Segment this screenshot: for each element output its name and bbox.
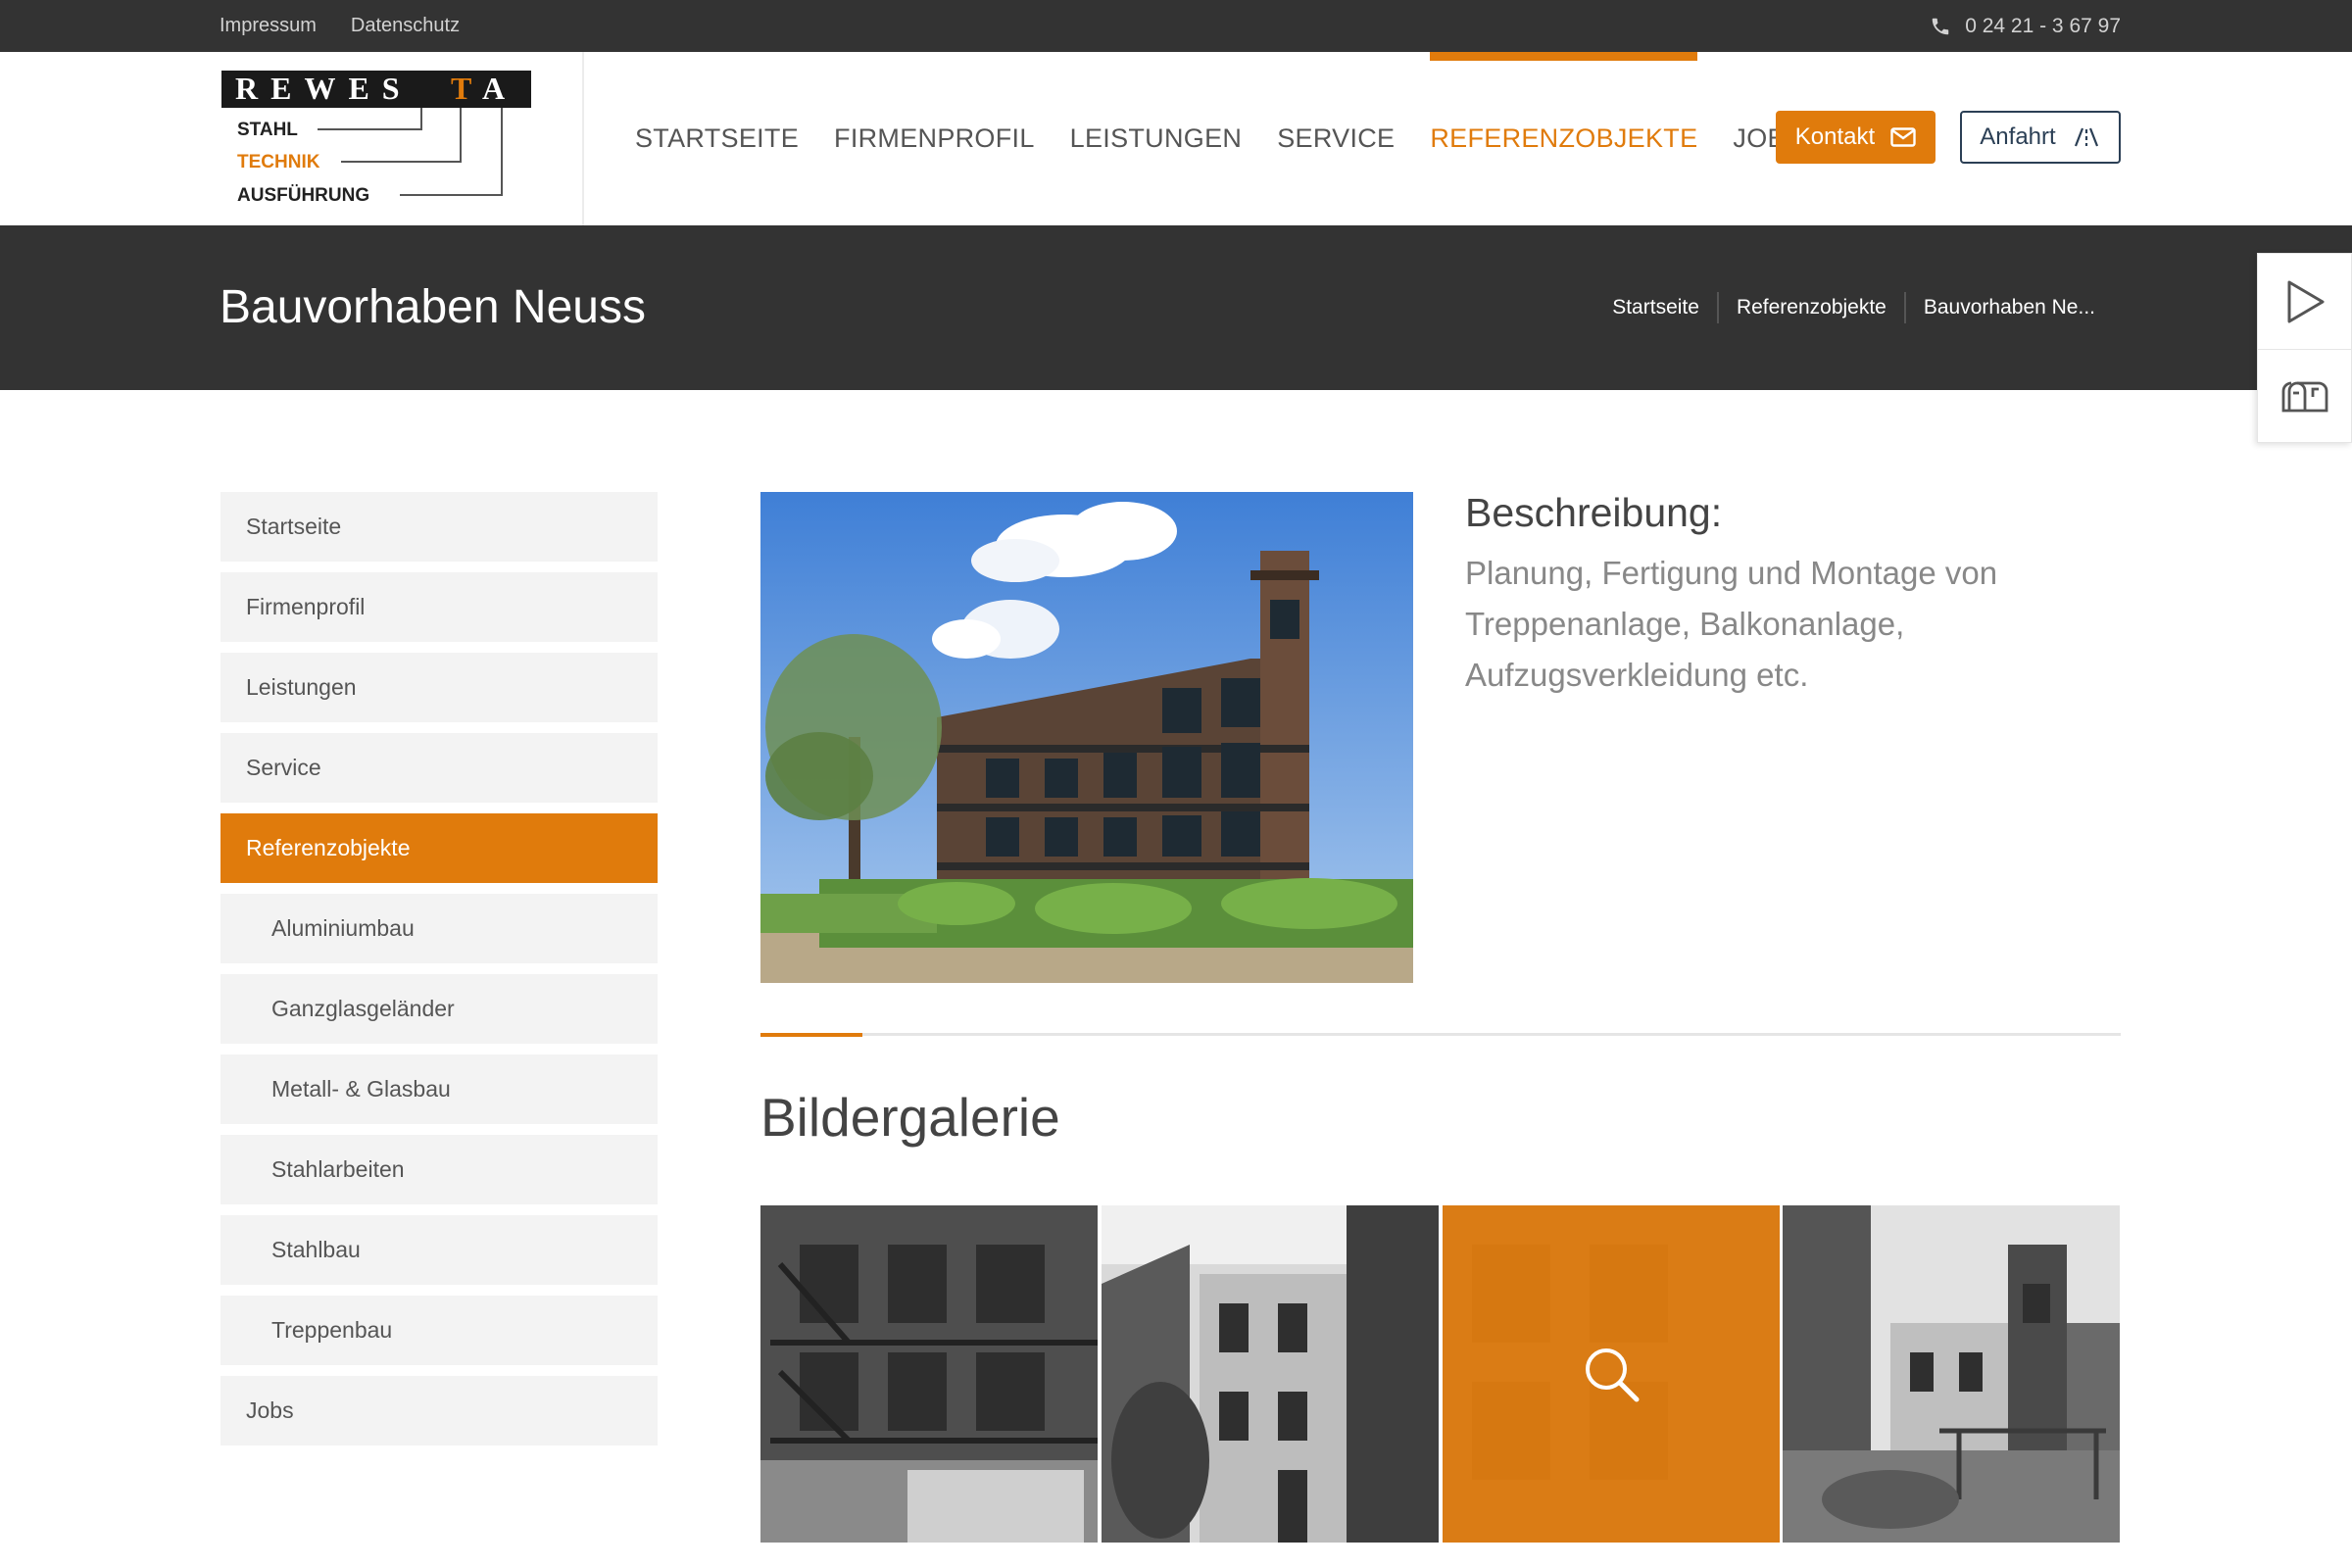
anfahrt-label: Anfahrt bbox=[1980, 123, 2056, 150]
breadcrumb-startseite[interactable]: Startseite bbox=[1594, 292, 1717, 323]
project-main-image[interactable] bbox=[760, 492, 1413, 983]
top-links: Impressum Datenschutz bbox=[220, 0, 460, 52]
nav-service[interactable]: SERVICE bbox=[1277, 52, 1395, 225]
sidebar-item-firmenprofil[interactable]: Firmenprofil bbox=[220, 572, 658, 642]
play-button[interactable] bbox=[2258, 254, 2351, 349]
svg-text:A: A bbox=[482, 71, 505, 106]
search-icon bbox=[1585, 1348, 1639, 1402]
road-icon bbox=[2074, 127, 2098, 147]
sidebar-item-stahlbau[interactable]: Stahlbau bbox=[220, 1215, 658, 1285]
svg-text:T: T bbox=[451, 71, 484, 106]
description-heading: Beschreibung: bbox=[1465, 490, 1723, 535]
nav-startseite[interactable]: STARTSEITE bbox=[635, 52, 799, 225]
gallery-thumbnail[interactable] bbox=[1783, 1205, 2121, 1543]
sidebar-item-jobs[interactable]: Jobs bbox=[220, 1376, 658, 1446]
page-title-band: Bauvorhaben Neuss Startseite Referenzobj… bbox=[0, 225, 2352, 390]
rewesta-logo[interactable]: REWES T A STAHL TECHNIK AUSFÜHRUNG bbox=[220, 69, 533, 216]
kontakt-label: Kontakt bbox=[1794, 123, 1876, 150]
anfahrt-button[interactable]: Anfahrt bbox=[1960, 111, 2121, 164]
svg-text:STAHL: STAHL bbox=[237, 120, 298, 140]
kontakt-button[interactable]: Kontakt bbox=[1776, 111, 1936, 164]
description-text: Planung, Fertigung und Montage von Trepp… bbox=[1465, 555, 1998, 693]
breadcrumb: Startseite Referenzobjekte Bauvorhaben N… bbox=[1594, 225, 2113, 390]
svg-text:TECHNIK: TECHNIK bbox=[237, 152, 320, 172]
phone-contact[interactable]: 0 24 21 - 3 67 97 bbox=[1930, 0, 2121, 52]
phone-number: 0 24 21 - 3 67 97 bbox=[1965, 14, 2121, 37]
sidebar-item-treppenbau[interactable]: Treppenbau bbox=[220, 1296, 658, 1365]
impressum-link[interactable]: Impressum bbox=[220, 15, 317, 37]
gallery-thumbnail[interactable] bbox=[1101, 1205, 1440, 1543]
phone-icon bbox=[1932, 18, 1949, 34]
sidebar-menu: Startseite Firmenprofil Leistungen Servi… bbox=[220, 492, 658, 1456]
sidebar-item-leistungen[interactable]: Leistungen bbox=[220, 653, 658, 722]
sidebar-item-referenzobjekte[interactable]: Referenzobjekte bbox=[220, 813, 658, 883]
sidebar-item-startseite[interactable]: Startseite bbox=[220, 492, 658, 562]
header-divider bbox=[582, 52, 584, 225]
svg-text:REWES: REWES bbox=[235, 71, 413, 106]
gallery-thumbnail-hovered[interactable] bbox=[1442, 1205, 1781, 1543]
gallery-thumbnail[interactable] bbox=[760, 1205, 1099, 1543]
section-separator bbox=[760, 1033, 2121, 1037]
sidebar-item-ganzglasgelaender[interactable]: Ganzglasgeländer bbox=[220, 974, 658, 1044]
datenschutz-link[interactable]: Datenschutz bbox=[351, 15, 460, 37]
description-block: Beschreibung: Planung, Fertigung und Mon… bbox=[1465, 490, 2132, 701]
nav-firmenprofil[interactable]: FIRMENPROFIL bbox=[834, 52, 1035, 225]
image-gallery bbox=[760, 1205, 2121, 1543]
breadcrumb-current: Bauvorhaben Ne... bbox=[1903, 292, 2113, 323]
sidebar-item-aluminiumbau[interactable]: Aluminiumbau bbox=[220, 894, 658, 963]
play-icon bbox=[2287, 280, 2324, 322]
mailbox-button[interactable] bbox=[2258, 349, 2351, 444]
envelope-icon bbox=[1890, 127, 1916, 147]
gallery-title: Bildergalerie bbox=[760, 1087, 1060, 1148]
breadcrumb-referenzobjekte[interactable]: Referenzobjekte bbox=[1716, 292, 1904, 323]
page-title: Bauvorhaben Neuss bbox=[220, 281, 646, 333]
separator-accent bbox=[760, 1033, 862, 1037]
sidebar-item-stahlarbeiten[interactable]: Stahlarbeiten bbox=[220, 1135, 658, 1204]
nav-leistungen[interactable]: LEISTUNGEN bbox=[1070, 52, 1243, 225]
floating-side-panel bbox=[2257, 253, 2352, 443]
mailbox-icon bbox=[2281, 381, 2328, 413]
top-bar: Impressum Datenschutz 0 24 21 - 3 67 97 bbox=[0, 0, 2352, 52]
main-nav: STARTSEITE FIRMENPROFIL LEISTUNGEN SERVI… bbox=[635, 52, 1803, 225]
sidebar-item-service[interactable]: Service bbox=[220, 733, 658, 803]
site-header: REWES T A STAHL TECHNIK AUSFÜHRUNG START… bbox=[0, 52, 2352, 225]
nav-referenzobjekte[interactable]: REFERENZOBJEKTE bbox=[1430, 52, 1698, 225]
svg-text:AUSFÜHRUNG: AUSFÜHRUNG bbox=[237, 185, 369, 206]
sidebar-item-metall-glasbau[interactable]: Metall- & Glasbau bbox=[220, 1054, 658, 1124]
